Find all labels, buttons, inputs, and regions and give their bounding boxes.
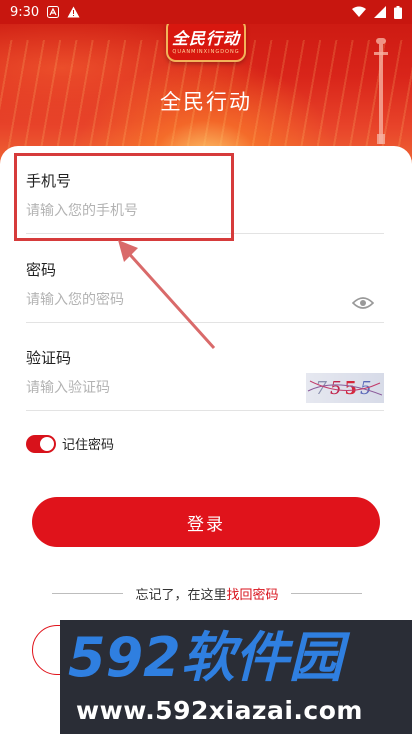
app-logo: 全民行动 QUANMINXINGDONG [166, 18, 246, 62]
signal-icon [374, 6, 386, 18]
watermark-url: www.592xiazai.com [76, 696, 363, 725]
watermark-logo: 592软件园 [68, 628, 351, 688]
remember-password-row[interactable]: 记住密码 [26, 434, 114, 453]
phone-field: 手机号 [26, 170, 384, 234]
phone-label: 手机号 [26, 172, 72, 190]
show-password-eye-icon[interactable] [351, 295, 375, 314]
captcha-input[interactable] [26, 380, 276, 396]
notification-a-icon [47, 6, 60, 18]
captcha-field: 验证码 7555 [26, 347, 384, 411]
forgot-password-text: 忘记了，在这里找回密码 [123, 584, 290, 603]
app-logo-text: 全民行动 [171, 29, 240, 48]
wifi-icon [352, 6, 366, 18]
app-logo-subtext: QUANMINXINGDONG [172, 49, 240, 55]
find-password-link[interactable]: 找回密码 [227, 588, 279, 603]
status-bar: 9:30 [0, 0, 412, 24]
remember-password-label: 记住密码 [62, 438, 115, 453]
page-title: 全民行动 [160, 90, 252, 114]
forgot-password-row: 忘记了，在这里找回密码 [52, 584, 362, 603]
remember-password-toggle[interactable] [26, 434, 56, 453]
divider-left [52, 593, 124, 594]
status-time: 9:30 [10, 4, 40, 20]
phone-input[interactable] [26, 203, 316, 219]
huabiao-pillar-icon [374, 38, 388, 144]
site-watermark: 592软件园 www.592xiazai.com [60, 620, 412, 734]
warning-icon [67, 6, 80, 18]
divider-right [290, 593, 362, 594]
captcha-noise-lines [307, 380, 383, 396]
watermark-logo-text: 592软件园 [68, 628, 351, 688]
header-banner: 全民行动 QUANMINXINGDONG 全民行动 [0, 0, 412, 170]
captcha-image[interactable]: 7555 [306, 373, 384, 403]
login-button[interactable]: 登录 [32, 497, 380, 547]
forgot-password-prefix: 忘记了，在这里 [135, 588, 227, 603]
annotation-arrow-icon [118, 240, 216, 350]
battery-icon [394, 5, 402, 19]
